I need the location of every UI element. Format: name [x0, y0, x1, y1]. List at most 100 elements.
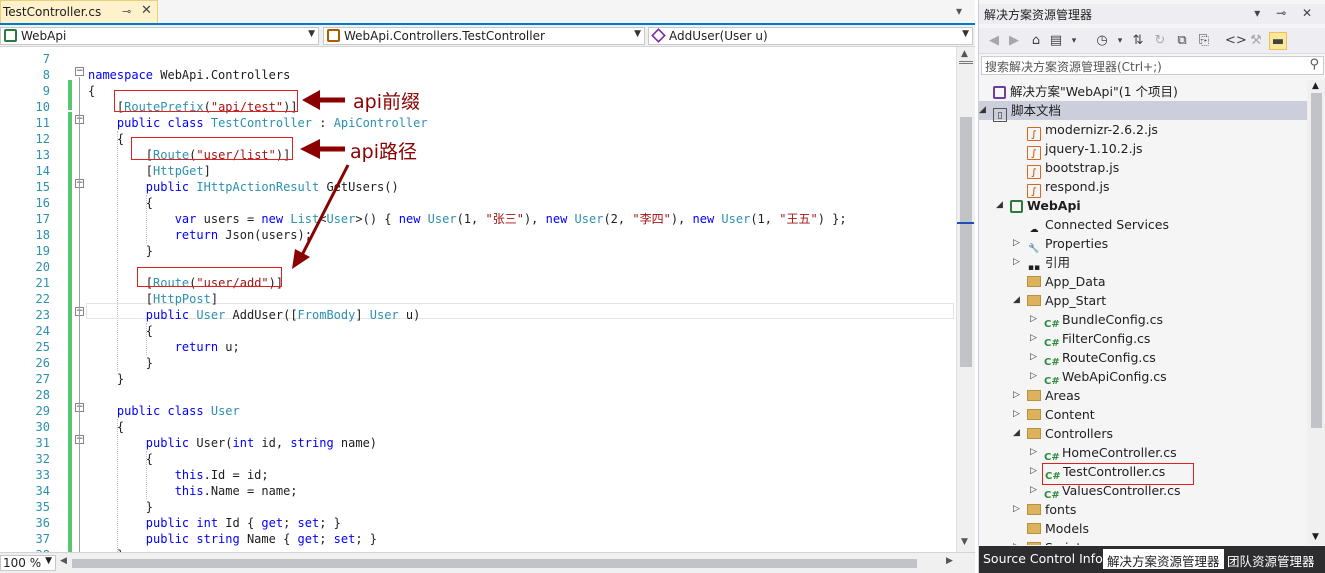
- collapse-icon[interactable]: ◢: [1013, 424, 1020, 443]
- document-tab-bar: TestController.cs ⊸ ✕ ▾: [0, 0, 975, 25]
- collapse-icon[interactable]: ◢: [979, 101, 986, 120]
- tree-node-label: Content: [1045, 407, 1095, 422]
- tab-testcontroller[interactable]: TestController.cs ⊸ ✕: [0, 0, 158, 23]
- expand-icon[interactable]: ▷: [1030, 329, 1037, 348]
- editor-horizontal-scrollbar[interactable]: ◀ ▶: [60, 556, 955, 570]
- chevron-down-icon: ▼: [962, 29, 969, 39]
- tree-node[interactable]: ▷ C# HomeController.cs: [979, 443, 1307, 463]
- scroll-right-icon[interactable]: ▶: [946, 556, 953, 566]
- scroll-down-icon[interactable]: ▼: [1312, 532, 1319, 542]
- collapse-icon[interactable]: ◢: [996, 196, 1003, 215]
- refresh-icon[interactable]: ↻: [1151, 32, 1169, 50]
- collapse-icon[interactable]: ◢: [1013, 291, 1020, 310]
- solution-vertical-scrollbar[interactable]: ▲ ▼: [1307, 80, 1325, 545]
- expand-icon[interactable]: ▷: [1013, 405, 1020, 424]
- expand-icon[interactable]: ▷: [1013, 538, 1020, 545]
- expand-icon[interactable]: ▷: [1013, 386, 1020, 405]
- tree-node[interactable]: ◢ App_Start: [979, 291, 1307, 310]
- tab-solution-explorer[interactable]: 解决方案资源管理器: [1103, 549, 1224, 569]
- solution-search-input[interactable]: 搜索解决方案资源管理器(Ctrl+;) ⚲: [981, 56, 1324, 75]
- chevron-down-icon[interactable]: ▾: [1065, 32, 1083, 50]
- tree-node-label: respond.js: [1045, 179, 1110, 194]
- home-icon[interactable]: ⌂: [1027, 32, 1045, 50]
- search-placeholder: 搜索解决方案资源管理器(Ctrl+;): [985, 60, 1162, 74]
- editor-vertical-scrollbar[interactable]: ▲ ▼: [956, 47, 975, 552]
- tab-team-explorer[interactable]: 团队资源管理器: [1223, 549, 1319, 569]
- expand-icon[interactable]: ▷: [1030, 481, 1037, 500]
- tree-node[interactable]: ◢ Controllers: [979, 424, 1307, 443]
- scroll-down-icon[interactable]: ▼: [961, 537, 968, 547]
- tree-node[interactable]: ▷ Areas: [979, 386, 1307, 405]
- tree-node[interactable]: ▷ C# WebApiConfig.cs: [979, 367, 1307, 387]
- preview-selected-items-icon[interactable]: ▬: [1269, 32, 1287, 50]
- tree-node-label: Controllers: [1045, 426, 1113, 441]
- tab-source-control-info[interactable]: Source Control Info: [979, 549, 1107, 569]
- zoom-dropdown[interactable]: 100 % ▼: [0, 555, 56, 571]
- collapse-all-icon[interactable]: ⧉: [1173, 32, 1191, 50]
- tree-node[interactable]: ☁ Connected Services: [979, 215, 1307, 235]
- chevron-down-icon: ▼: [634, 29, 641, 39]
- expand-icon[interactable]: ▷: [1013, 253, 1020, 272]
- tree-node[interactable]: 解决方案"WebApi"(1 个项目): [979, 82, 1307, 101]
- tree-node[interactable]: ▷ fonts: [979, 500, 1307, 519]
- tree-node-label: WebApi: [1027, 198, 1081, 213]
- sync-icon[interactable]: ⇅: [1129, 32, 1147, 50]
- tab-overflow-icon[interactable]: ▾: [956, 4, 962, 18]
- back-icon[interactable]: ◀: [985, 32, 1003, 50]
- zoom-value: 100 %: [3, 556, 42, 570]
- split-handle[interactable]: [959, 61, 973, 64]
- expand-icon[interactable]: ▷: [1030, 462, 1037, 481]
- web-project-icon: [1010, 200, 1023, 213]
- folder-icon: [1027, 504, 1041, 515]
- solution-explorer-toolbar: ◀ ▶ ⌂ ▤ ▾ ◷ ▾ ⇅ ↻ ⧉ ⎘ <> ⚒ ▬: [979, 28, 1325, 54]
- tree-node[interactable]: ∫ respond.js: [979, 177, 1307, 198]
- tree-node[interactable]: ▷ ▪▪ 引用: [979, 253, 1307, 273]
- tree-node-label: modernizr-2.6.2.js: [1045, 122, 1158, 137]
- expand-icon[interactable]: ▷: [1013, 234, 1020, 253]
- tree-node[interactable]: ◢ WebApi: [979, 196, 1307, 215]
- tree-node-label: ValuesController.cs: [1062, 483, 1181, 498]
- view-code-icon[interactable]: <>: [1225, 32, 1247, 50]
- tree-node[interactable]: ◢ ▯ 脚本文档: [979, 101, 1307, 122]
- scroll-thumb[interactable]: [72, 559, 917, 568]
- member-dropdown[interactable]: AddUser(User u) ▼: [648, 27, 973, 45]
- chevron-down-icon[interactable]: ▾: [1111, 32, 1129, 50]
- tree-node[interactable]: ▷ C# TestController.cs: [979, 462, 1307, 485]
- tree-node[interactable]: ∫ modernizr-2.6.2.js: [979, 120, 1307, 141]
- code-area[interactable]: 7 8 9 10 11 12 13 14 15 16 17 18 19 20 21 22 23 24 25 26 27 2…: [0, 47, 956, 552]
- member-dropdown-value: AddUser(User u): [669, 29, 768, 43]
- tree-node[interactable]: ▷ 🔧 Properties: [979, 234, 1307, 254]
- tree-node[interactable]: ▷ C# FilterConfig.cs: [979, 329, 1307, 349]
- tree-node[interactable]: ∫ jquery-1.10.2.js: [979, 139, 1307, 160]
- sync-view-icon[interactable]: ▤: [1047, 32, 1065, 50]
- tree-node[interactable]: ▷ Content: [979, 405, 1307, 424]
- expand-icon[interactable]: ▷: [1013, 500, 1020, 519]
- tree-node[interactable]: Models: [979, 519, 1307, 538]
- scroll-thumb[interactable]: [960, 117, 972, 367]
- class-dropdown[interactable]: WebApi.Controllers.TestController ▼: [323, 27, 645, 45]
- search-icon[interactable]: ⚲: [1309, 57, 1319, 72]
- tree-node[interactable]: ▷ C# RouteConfig.cs: [979, 348, 1307, 368]
- close-icon[interactable]: ✕: [141, 3, 152, 18]
- project-dropdown[interactable]: WebApi ▼: [0, 27, 319, 45]
- expand-icon[interactable]: ▷: [1030, 348, 1037, 367]
- pending-changes-icon[interactable]: ◷: [1093, 32, 1111, 50]
- tree-node[interactable]: App_Data: [979, 272, 1307, 291]
- class-icon: [327, 29, 340, 42]
- scroll-left-icon[interactable]: ◀: [60, 556, 67, 566]
- expand-icon[interactable]: ▷: [1030, 443, 1037, 462]
- pin-icon[interactable]: ⊸: [122, 5, 131, 18]
- scroll-up-icon[interactable]: ▲: [961, 49, 968, 59]
- window-buttons[interactable]: ▾ ⊸ ✕: [1254, 6, 1318, 20]
- forward-icon[interactable]: ▶: [1005, 32, 1023, 50]
- properties-wrench-icon[interactable]: ⚒: [1247, 32, 1265, 50]
- show-all-files-icon[interactable]: ⎘: [1195, 32, 1213, 50]
- scroll-up-icon[interactable]: ▲: [1312, 81, 1319, 91]
- expand-icon[interactable]: ▷: [1030, 367, 1037, 386]
- expand-icon[interactable]: ▷: [1030, 310, 1037, 329]
- tree-node[interactable]: ▷ C# BundleConfig.cs: [979, 310, 1307, 330]
- tree-node[interactable]: ▷ Scripts: [979, 538, 1307, 545]
- tree-node[interactable]: ▷ C# ValuesController.cs: [979, 481, 1307, 501]
- tree-node[interactable]: ∫ bootstrap.js: [979, 158, 1307, 179]
- scroll-thumb[interactable]: [1311, 93, 1322, 428]
